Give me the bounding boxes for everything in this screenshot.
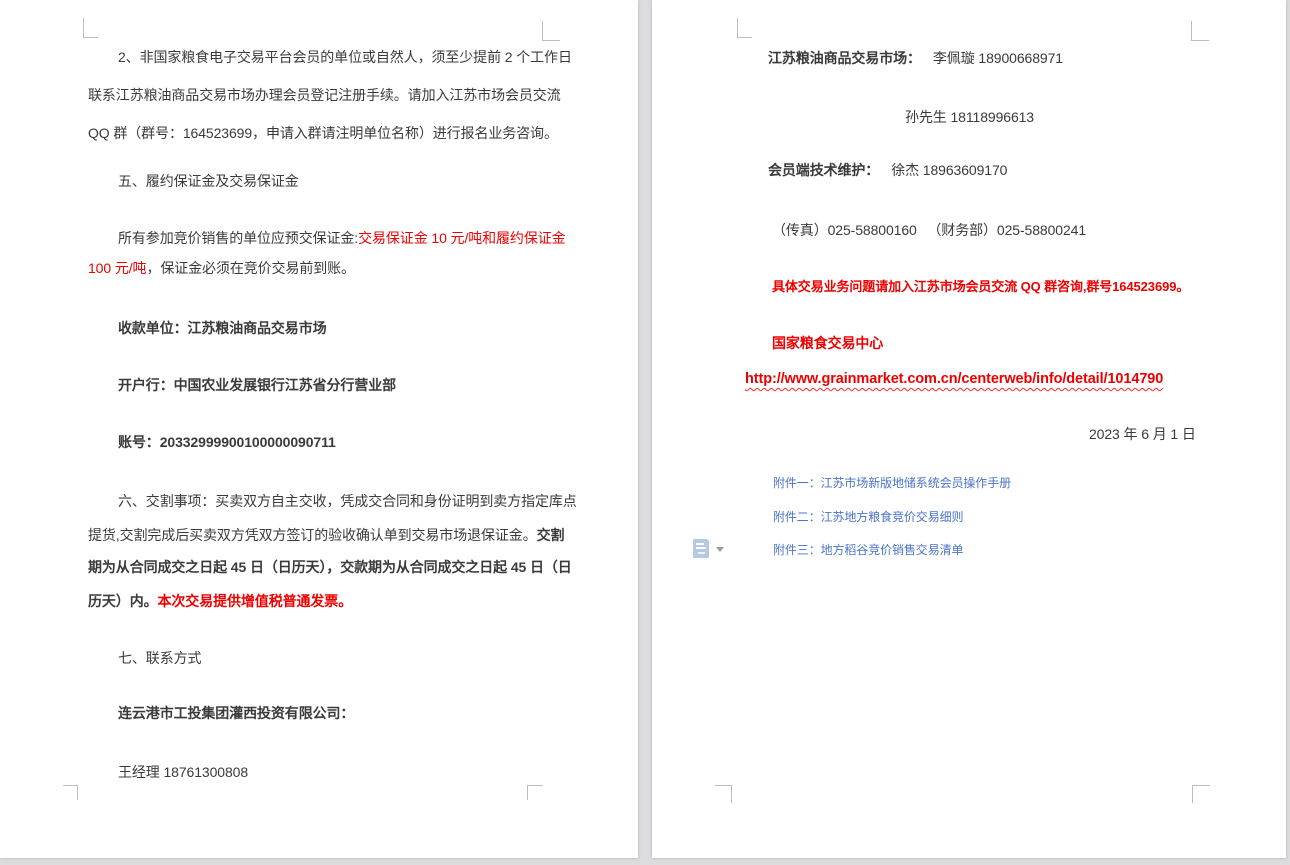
deposit-amount-text: 交易保证金 10 元/吨和履约保证金	[358, 230, 565, 246]
deposit-text: 所有参加竞价销售的单位应预交保证金:	[118, 230, 358, 246]
grain-center-line: 国家粮食交易中心	[772, 333, 883, 353]
manager-contact-line: 王经理 18761300808	[118, 762, 248, 782]
attachment-3-link[interactable]: 附件三：地方稻谷竞价销售交易清单	[773, 542, 963, 558]
detail-url-line: http://www.grainmarket.com.cn/centerweb/…	[745, 368, 1163, 389]
section-6-line-4: 历天）内。本次交易提供增值税普通发票。	[88, 591, 352, 611]
text-boundary-mark	[63, 785, 78, 800]
qq-notice-line: 具体交易业务问题请加入江苏市场会员交流 QQ 群咨询,群号164523699。	[772, 277, 1189, 297]
detail-url-link[interactable]: http://www.grainmarket.com.cn/centerweb/…	[745, 371, 1163, 387]
attachment-2-link[interactable]: 附件二：江苏地方粮食竞价交易细则	[773, 509, 963, 525]
attachment-1-link[interactable]: 附件一：江苏市场新版地储系统会员操作手册	[773, 475, 1011, 491]
section-6-line-2: 提货,交割完成后买卖双方凭双方签订的验收确认单到交易市场退保证金。交割	[88, 525, 564, 545]
section-7-heading: 七、联系方式	[118, 648, 201, 668]
paste-options-button[interactable]	[690, 538, 730, 560]
section-5-heading: 五、履约保证金及交易保证金	[118, 171, 299, 191]
delivery-bold-text: 交割	[537, 527, 565, 543]
company-line: 连云港市工投集团灌西投资有限公司：	[118, 703, 354, 723]
invoice-notice-text: 本次交易提供增值税普通发票。	[158, 593, 353, 609]
dropdown-arrow-icon	[716, 547, 724, 552]
account-line: 账号：20332999900100000090711	[118, 432, 336, 452]
document-page-2: 江苏粮油商品交易市场： 李佩璇 18900668971 孙先生 181189966…	[652, 0, 1286, 858]
document-viewport: 2、非国家粮食电子交易平台会员的单位或自然人，须至少提前 2 个工作日 联系江苏…	[0, 0, 1290, 865]
paste-options-icon	[693, 539, 709, 558]
receiver-line: 收款单位：江苏粮油商品交易市场	[118, 318, 327, 338]
contact-2-line: 孙先生 18118996613	[905, 107, 1034, 127]
text-boundary-mark	[542, 21, 560, 41]
period-text: 历天）内。	[88, 593, 158, 609]
deposit-note-text: ，保证金必须在竞价交易前到账。	[146, 260, 355, 276]
deposit-line-2: 100 元/吨，保证金必须在竞价交易前到账。	[88, 258, 355, 278]
fax-finance-line: （传真）025-58800160 （财务部）025-58800241	[772, 220, 1086, 240]
deposit-amount-text-2: 100 元/吨	[88, 260, 146, 276]
paragraph-2-line-2: 联系江苏粮油商品交易市场办理会员登记注册手续。请加入江苏市场会员交流	[88, 85, 561, 105]
market-label: 江苏粮油商品交易市场：	[768, 50, 921, 66]
text-boundary-mark	[1192, 785, 1210, 803]
text-boundary-mark	[737, 18, 752, 38]
document-date: 2023 年 6 月 1 日	[1089, 424, 1196, 444]
section-6-line-3: 期为从合同成交之日起 45 日（日历天），交款期为从合同成交之日起 45 日（日	[88, 557, 572, 577]
text-boundary-mark	[715, 785, 732, 803]
paragraph-2-line-1: 2、非国家粮食电子交易平台会员的单位或自然人，须至少提前 2 个工作日	[118, 47, 572, 67]
delivery-text: 提货,交割完成后买卖双方凭双方签订的验收确认单到交易市场退保证金。	[88, 527, 537, 543]
tech-label: 会员端技术维护：	[768, 162, 879, 178]
tech-contact: 徐杰 18963609170	[891, 162, 1007, 178]
tech-support-line: 会员端技术维护： 徐杰 18963609170	[768, 160, 1007, 180]
market-contact-line: 江苏粮油商品交易市场： 李佩璇 18900668971	[768, 48, 1063, 68]
text-boundary-mark	[1191, 21, 1209, 41]
market-contact: 李佩璇 18900668971	[933, 50, 1063, 66]
paragraph-2-line-3: QQ 群（群号：164523699，申请入群请注明单位名称）进行报名业务咨询。	[88, 123, 558, 143]
section-6-line-1: 六、交割事项：买卖双方自主交收，凭成交合同和身份证明到卖方指定库点	[118, 491, 577, 511]
deposit-line-1: 所有参加竞价销售的单位应预交保证金:交易保证金 10 元/吨和履约保证金	[118, 228, 566, 248]
text-boundary-mark	[527, 785, 543, 800]
document-page-1: 2、非国家粮食电子交易平台会员的单位或自然人，须至少提前 2 个工作日 联系江苏…	[0, 0, 638, 858]
bank-line: 开户行：中国农业发展银行江苏省分行营业部	[118, 375, 396, 395]
text-boundary-mark	[83, 18, 98, 38]
